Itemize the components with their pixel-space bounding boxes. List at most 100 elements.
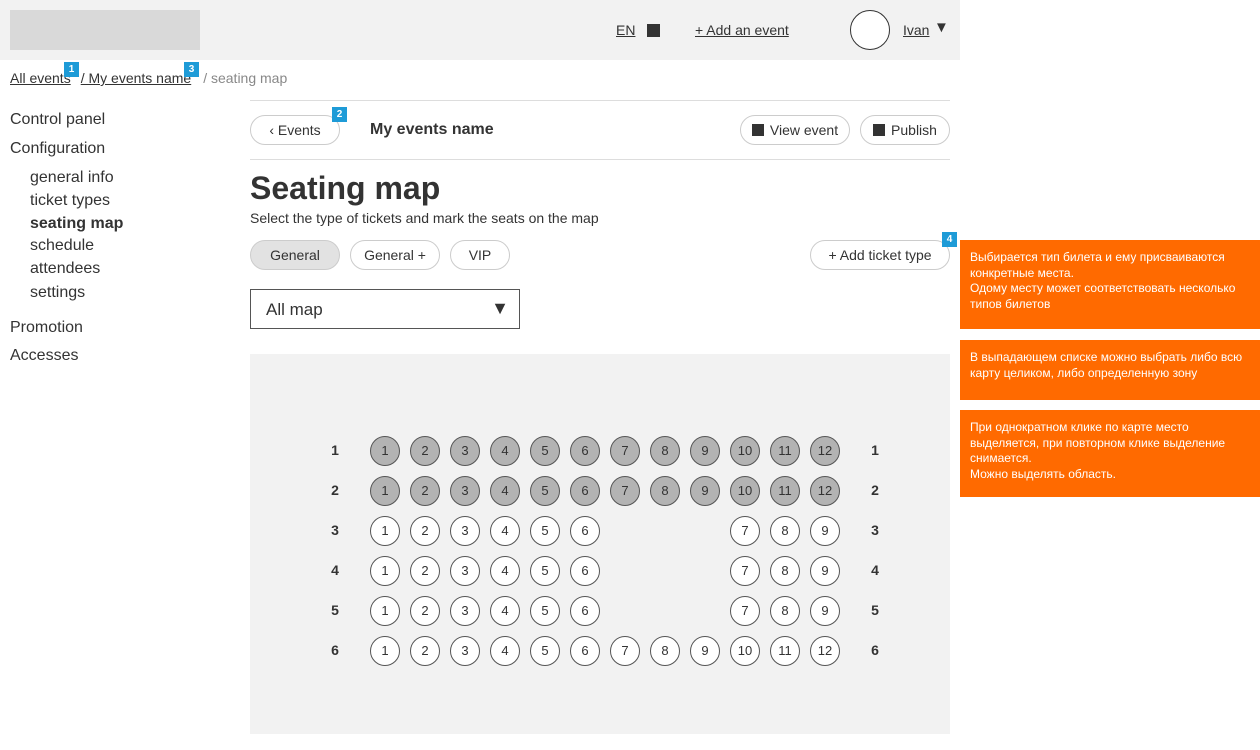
seat[interactable]: 8 (770, 556, 800, 586)
seat[interactable]: 10 (730, 636, 760, 666)
seat[interactable]: 1 (370, 636, 400, 666)
seat[interactable]: 9 (810, 516, 840, 546)
ticket-type-vip[interactable]: VIP (450, 240, 510, 270)
sidebar-item-promotion[interactable]: Promotion (10, 319, 83, 337)
add-event-link[interactable]: + Add an event (695, 22, 789, 38)
breadcrumb-all-events[interactable]: All events (10, 70, 71, 86)
seat[interactable]: 4 (490, 436, 520, 466)
seat[interactable]: 9 (690, 636, 720, 666)
seat[interactable]: 1 (370, 476, 400, 506)
seat[interactable]: 8 (650, 436, 680, 466)
breadcrumb-event[interactable]: / My events name (81, 70, 192, 86)
seat[interactable]: 2 (410, 516, 440, 546)
seat[interactable]: 6 (570, 636, 600, 666)
seat[interactable]: 9 (690, 436, 720, 466)
seat[interactable]: 3 (450, 516, 480, 546)
annotation-note: Выбирается тип билета и ему присваиваютс… (960, 240, 1260, 329)
seat[interactable]: 6 (570, 596, 600, 626)
chevron-down-icon[interactable]: ▼ (934, 19, 949, 36)
seat[interactable]: 8 (650, 476, 680, 506)
seat[interactable]: 2 (410, 636, 440, 666)
ticket-type-general-plus[interactable]: General + (350, 240, 440, 270)
event-name: My events name (370, 121, 494, 138)
seat[interactable]: 12 (810, 636, 840, 666)
seat[interactable]: 5 (530, 596, 560, 626)
seat[interactable]: 2 (410, 436, 440, 466)
seat[interactable]: 8 (770, 596, 800, 626)
publish-button[interactable]: Publish (860, 115, 950, 145)
annotation-note: В выпадающем списке можно выбрать либо в… (960, 340, 1260, 400)
view-event-label: View event (769, 122, 839, 138)
seat[interactable]: 1 (370, 596, 400, 626)
seat[interactable]: 12 (810, 476, 840, 506)
eye-icon (751, 124, 764, 136)
seat[interactable]: 11 (770, 436, 800, 466)
view-event-button[interactable]: View event (740, 115, 850, 145)
seat[interactable]: 6 (570, 516, 600, 546)
sidebar-item-attendees[interactable]: attendees (30, 260, 100, 278)
seat[interactable]: 5 (530, 556, 560, 586)
seat[interactable]: 5 (530, 436, 560, 466)
seating-map[interactable]: 1 1 1 2 3 4 5 6 7 8 9 10 11 12 2 2 1 2 3 4 5 6 7 8 9 10 11 12 3 3 1 2 3 4… (250, 354, 950, 734)
seat[interactable]: 2 (410, 556, 440, 586)
seat[interactable]: 2 (410, 476, 440, 506)
seat[interactable]: 4 (490, 476, 520, 506)
ticket-type-general[interactable]: General (250, 240, 340, 270)
sidebar-item-ticket-types[interactable]: ticket types (30, 192, 110, 210)
seat[interactable]: 4 (490, 636, 520, 666)
seat[interactable]: 7 (730, 556, 760, 586)
seat[interactable]: 8 (770, 516, 800, 546)
seat[interactable]: 7 (610, 476, 640, 506)
annotation-marker-4: 4 (942, 232, 957, 247)
seat[interactable]: 3 (450, 596, 480, 626)
sidebar-item-configuration[interactable]: Configuration (10, 140, 105, 158)
seat[interactable]: 1 (370, 436, 400, 466)
seat[interactable]: 7 (610, 636, 640, 666)
seat[interactable]: 11 (770, 636, 800, 666)
seat[interactable]: 8 (650, 636, 680, 666)
seat[interactable]: 6 (570, 476, 600, 506)
seat[interactable]: 3 (450, 636, 480, 666)
sidebar-item-general-info[interactable]: general info (30, 169, 114, 187)
row-label-right: 2 (871, 482, 879, 498)
user-menu-link[interactable]: Ivan (903, 22, 929, 38)
seat[interactable]: 9 (810, 596, 840, 626)
seat[interactable]: 5 (530, 516, 560, 546)
zone-select[interactable]: All map ▼ (250, 289, 520, 329)
seat[interactable]: 10 (730, 436, 760, 466)
seat[interactable]: 6 (570, 436, 600, 466)
language-flag-icon[interactable] (647, 24, 660, 37)
seat[interactable]: 5 (530, 476, 560, 506)
seat[interactable]: 1 (370, 556, 400, 586)
language-switch[interactable]: EN (616, 22, 635, 38)
seat[interactable]: 4 (490, 516, 520, 546)
sidebar-item-accesses[interactable]: Accesses (10, 347, 78, 365)
seat[interactable]: 7 (730, 516, 760, 546)
avatar[interactable] (850, 10, 890, 50)
seat[interactable]: 10 (730, 476, 760, 506)
back-to-events-button[interactable]: ‹ Events (250, 115, 340, 145)
page-subtitle: Select the type of tickets and mark the … (250, 210, 599, 226)
seat[interactable]: 3 (450, 476, 480, 506)
logo-placeholder[interactable] (10, 10, 200, 50)
seat[interactable]: 12 (810, 436, 840, 466)
seat[interactable]: 3 (450, 556, 480, 586)
seat[interactable]: 1 (370, 516, 400, 546)
seat[interactable]: 9 (690, 476, 720, 506)
seat[interactable]: 11 (770, 476, 800, 506)
seat[interactable]: 3 (450, 436, 480, 466)
seat[interactable]: 9 (810, 556, 840, 586)
seat[interactable]: 7 (610, 436, 640, 466)
seat[interactable]: 2 (410, 596, 440, 626)
sidebar-item-seating-map[interactable]: seating map (30, 215, 123, 233)
annotation-marker-2: 2 (332, 107, 347, 122)
seat[interactable]: 5 (530, 636, 560, 666)
sidebar-item-schedule[interactable]: schedule (30, 237, 94, 255)
seat[interactable]: 4 (490, 596, 520, 626)
seat[interactable]: 7 (730, 596, 760, 626)
seat[interactable]: 6 (570, 556, 600, 586)
sidebar-item-settings[interactable]: settings (30, 284, 85, 302)
add-ticket-type-button[interactable]: + Add ticket type (810, 240, 950, 270)
sidebar-item-control-panel[interactable]: Control panel (10, 111, 105, 129)
seat[interactable]: 4 (490, 556, 520, 586)
